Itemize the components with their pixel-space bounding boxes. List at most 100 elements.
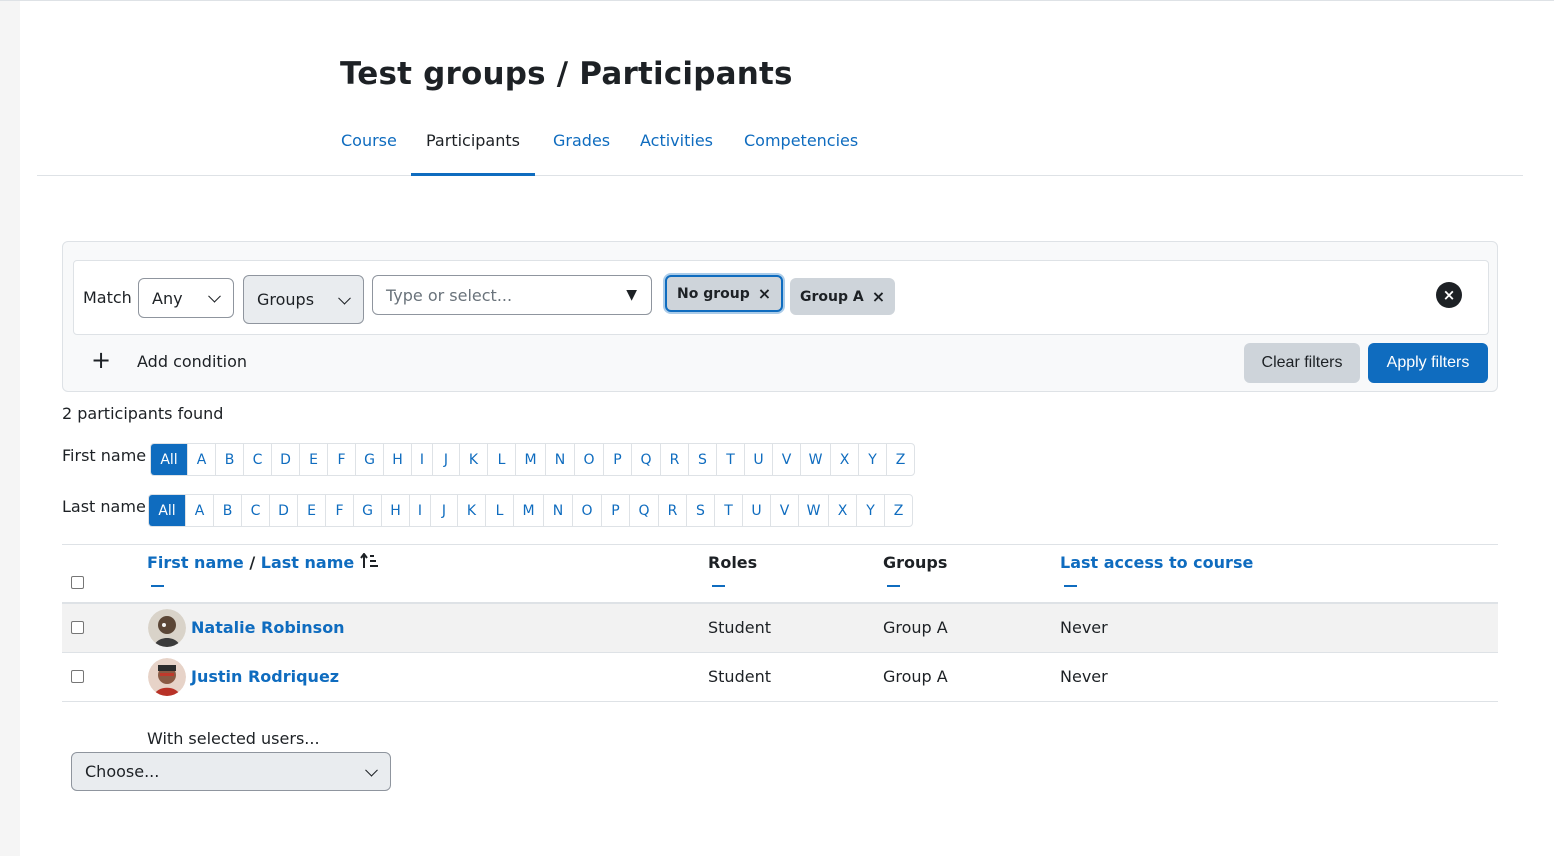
first-name-initial-c[interactable]: C [243,444,271,475]
first-name-initial-all[interactable]: All [151,444,187,475]
first-name-initial-q[interactable]: Q [631,444,660,475]
group-search-input[interactable]: Type or select... ▼ [372,275,652,315]
user-name-link[interactable]: Justin Rodriquez [191,667,339,686]
bulk-action-select[interactable]: Choose... [71,752,391,791]
sort-first-name-link[interactable]: First name [147,553,244,572]
tab-course[interactable]: Course [341,125,397,176]
first-name-initial-t[interactable]: T [716,444,744,475]
last-name-initial-b[interactable]: B [213,495,241,526]
collapse-column-icon[interactable] [887,585,900,587]
user-last-access: Never [1060,618,1108,637]
collapse-column-icon[interactable] [1064,585,1077,587]
add-condition-button[interactable]: Add condition [137,352,247,371]
last-name-initial-v[interactable]: V [770,495,798,526]
first-name-initial-w[interactable]: W [800,444,830,475]
first-name-initial-x[interactable]: X [830,444,858,475]
last-name-initial-h[interactable]: H [381,495,409,526]
tab-activities[interactable]: Activities [640,125,713,176]
last-name-initial-l[interactable]: L [485,495,513,526]
tab-competencies[interactable]: Competencies [744,125,858,176]
last-name-initial-k[interactable]: K [457,495,485,526]
first-name-initial-b[interactable]: B [215,444,243,475]
last-name-initial-z[interactable]: Z [884,495,912,526]
participants-count: 2 participants found [62,404,224,423]
last-name-initials-label: Last name [62,497,146,516]
chevron-down-icon [365,763,378,777]
selected-group-pill-no-group[interactable]: No group × [665,275,784,312]
avatar[interactable] [148,658,186,696]
last-name-initial-f[interactable]: F [325,495,353,526]
first-name-initial-f[interactable]: F [327,444,355,475]
first-name-initials-label: First name [62,446,147,465]
last-name-initial-p[interactable]: P [601,495,629,526]
first-name-initial-y[interactable]: Y [858,444,886,475]
last-name-initial-w[interactable]: W [798,495,828,526]
filter-type-select[interactable]: Groups [243,275,364,324]
match-select[interactable]: Any [138,278,234,318]
first-name-initial-n[interactable]: N [545,444,574,475]
first-name-initial-o[interactable]: O [574,444,603,475]
first-name-initial-z[interactable]: Z [886,444,914,475]
row-checkbox[interactable] [71,621,84,634]
last-name-initial-a[interactable]: A [185,495,213,526]
first-name-initial-i[interactable]: I [411,444,432,475]
first-name-initial-r[interactable]: R [660,444,688,475]
tab-participants[interactable]: Participants [411,125,535,176]
remove-condition-icon[interactable]: × [1436,282,1462,308]
table-row: Justin Rodriquez Student Group A Never [62,653,1498,702]
match-label: Match [83,288,132,307]
last-name-initial-s[interactable]: S [686,495,714,526]
last-name-initial-e[interactable]: E [297,495,325,526]
last-name-initial-m[interactable]: M [513,495,543,526]
sort-last-access-link[interactable]: Last access to course [1060,553,1253,572]
sort-last-name-link[interactable]: Last name [261,553,354,572]
page-title: Test groups / Participants [340,56,793,92]
row-checkbox[interactable] [71,670,84,683]
collapse-column-icon[interactable] [712,585,725,587]
collapse-column-icon[interactable] [151,585,164,587]
sort-ascending-icon[interactable] [359,552,380,569]
first-name-initial-k[interactable]: K [459,444,487,475]
dropdown-arrow-icon: ▼ [626,287,637,303]
last-name-initial-all[interactable]: All [149,495,185,526]
plus-icon[interactable]: + [91,346,111,374]
first-name-initial-l[interactable]: L [487,444,515,475]
last-name-initial-i[interactable]: I [409,495,430,526]
first-name-initial-a[interactable]: A [187,444,215,475]
last-name-initial-d[interactable]: D [269,495,297,526]
remove-icon[interactable]: × [758,284,771,303]
tab-grades[interactable]: Grades [553,125,610,176]
last-name-initial-n[interactable]: N [543,495,572,526]
first-name-initial-d[interactable]: D [271,444,299,475]
last-name-initial-q[interactable]: Q [629,495,658,526]
select-all-checkbox[interactable] [71,576,84,589]
first-name-initial-g[interactable]: G [355,444,383,475]
last-name-initial-t[interactable]: T [714,495,742,526]
first-name-initial-u[interactable]: U [744,444,772,475]
first-name-initial-m[interactable]: M [515,444,545,475]
apply-filters-button[interactable]: Apply filters [1368,343,1488,383]
clear-filters-button[interactable]: Clear filters [1244,343,1360,383]
last-name-initial-y[interactable]: Y [856,495,884,526]
first-name-initial-v[interactable]: V [772,444,800,475]
last-access-column-header: Last access to course [1060,553,1253,572]
user-name-link[interactable]: Natalie Robinson [191,618,345,637]
last-name-initial-j[interactable]: J [430,495,457,526]
first-name-initial-p[interactable]: P [603,444,631,475]
last-name-initial-u[interactable]: U [742,495,770,526]
last-name-initial-c[interactable]: C [241,495,269,526]
last-name-initial-r[interactable]: R [658,495,686,526]
last-name-initial-o[interactable]: O [572,495,601,526]
remove-icon[interactable]: × [872,287,885,306]
first-name-initial-j[interactable]: J [432,444,459,475]
last-name-initial-x[interactable]: X [828,495,856,526]
last-name-initial-g[interactable]: G [353,495,381,526]
user-group: Group A [883,618,948,637]
match-select-value: Any [152,288,183,308]
pill-label: Group A [800,288,864,305]
selected-group-pill-group-a[interactable]: Group A × [790,278,896,315]
first-name-initial-s[interactable]: S [688,444,716,475]
first-name-initial-h[interactable]: H [383,444,411,475]
avatar[interactable] [148,609,186,647]
first-name-initial-e[interactable]: E [299,444,327,475]
